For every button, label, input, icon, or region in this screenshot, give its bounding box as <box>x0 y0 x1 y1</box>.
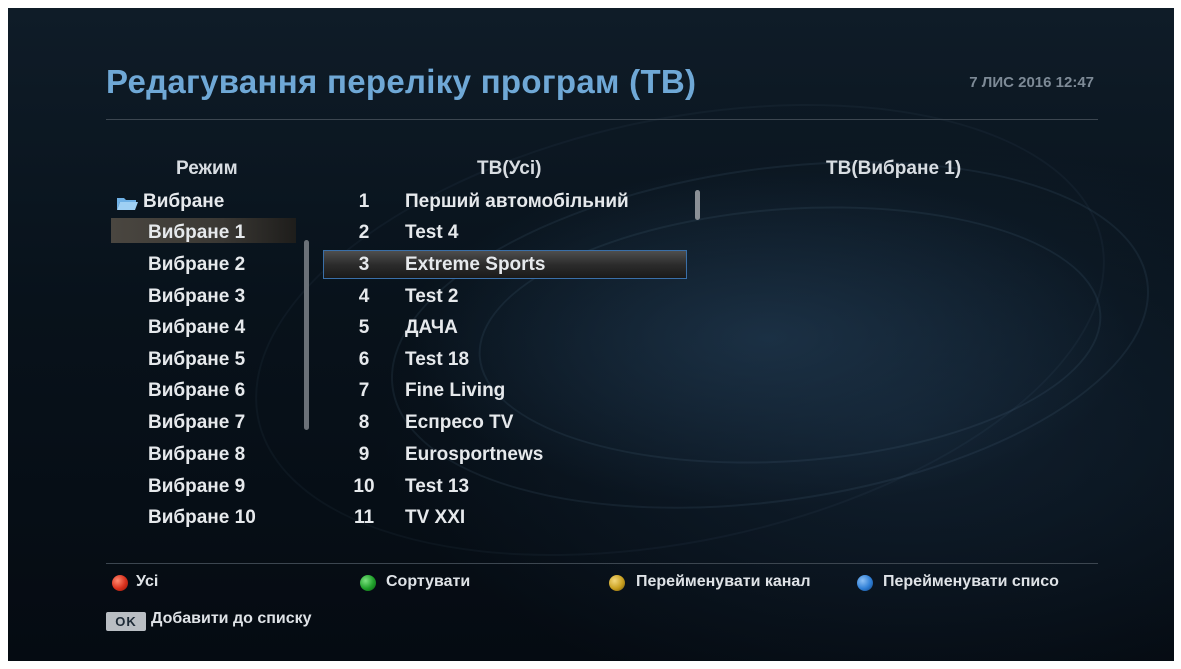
channel-number: 6 <box>358 349 370 370</box>
folder-open-icon <box>117 198 138 210</box>
channel-name[interactable]: Test 18 <box>405 349 469 371</box>
channel-name[interactable]: Test 4 <box>405 222 459 244</box>
channel-number: 8 <box>358 412 370 433</box>
mode-item[interactable]: Вибране 10 <box>148 507 256 529</box>
red-button-label[interactable]: Усі <box>136 573 158 591</box>
channel-column-header: ТВ(Усі) <box>477 158 542 179</box>
channel-number: 10 <box>353 476 375 497</box>
page-title: Редагування переліку програм (ТВ) <box>106 63 697 100</box>
mode-item[interactable]: Вибране 5 <box>148 349 245 371</box>
mode-item[interactable]: Вибране 6 <box>148 380 245 402</box>
channel-name[interactable]: TV XXI <box>405 507 465 529</box>
channel-number: 3 <box>358 254 370 275</box>
datetime: 7 ЛИС 2016 12:47 <box>969 74 1094 91</box>
channel-name[interactable]: Fine Living <box>405 380 505 402</box>
mode-column-header: Режим <box>176 158 238 179</box>
favorites-column-header: ТВ(Вибране 1) <box>826 158 962 179</box>
mode-item[interactable]: Вибране 2 <box>148 254 245 276</box>
channel-number: 9 <box>358 444 370 465</box>
mode-scrollbar[interactable] <box>304 240 309 430</box>
mode-item[interactable]: Вибране 9 <box>148 476 245 498</box>
green-button-label[interactable]: Сортувати <box>386 573 470 591</box>
mode-item[interactable]: Вибране 4 <box>148 317 245 339</box>
channel-number: 11 <box>353 507 375 528</box>
channel-scrollbar[interactable] <box>695 190 700 220</box>
channel-name[interactable]: Еспресо TV <box>405 412 513 434</box>
footer-divider <box>106 563 1098 564</box>
header-divider <box>106 119 1098 120</box>
blue-button-icon <box>857 575 873 591</box>
channel-name[interactable]: ДАЧА <box>405 317 458 339</box>
mode-item[interactable]: Вибране 8 <box>148 444 245 466</box>
tv-screen: Редагування переліку програм (ТВ) 7 ЛИС … <box>8 8 1174 661</box>
channel-name[interactable]: Extreme Sports <box>405 254 545 276</box>
yellow-button-label[interactable]: Перейменувати канал <box>636 573 810 591</box>
channel-number: 7 <box>358 380 370 401</box>
ok-key-icon: OK <box>106 612 146 631</box>
channel-number: 1 <box>358 191 370 212</box>
channel-number: 2 <box>358 222 370 243</box>
channel-number: 5 <box>358 317 370 338</box>
mode-item[interactable]: Вибране 3 <box>148 286 245 308</box>
red-button-icon <box>112 575 128 591</box>
favorites-folder[interactable]: Вибране <box>143 191 224 213</box>
ok-action-label[interactable]: Добавити до списку <box>151 610 312 628</box>
channel-name[interactable]: Test 13 <box>405 476 469 498</box>
green-button-icon <box>360 575 376 591</box>
channel-name[interactable]: Test 2 <box>405 286 459 308</box>
blue-button-label[interactable]: Перейменувати списо <box>883 573 1059 591</box>
channel-name[interactable]: Перший автомобільний <box>405 191 629 213</box>
channel-name[interactable]: Eurosportnews <box>405 444 543 466</box>
mode-item[interactable]: Вибране 7 <box>148 412 245 434</box>
mode-item[interactable]: Вибране 1 <box>148 222 245 244</box>
channel-number: 4 <box>358 286 370 307</box>
yellow-button-icon <box>609 575 625 591</box>
